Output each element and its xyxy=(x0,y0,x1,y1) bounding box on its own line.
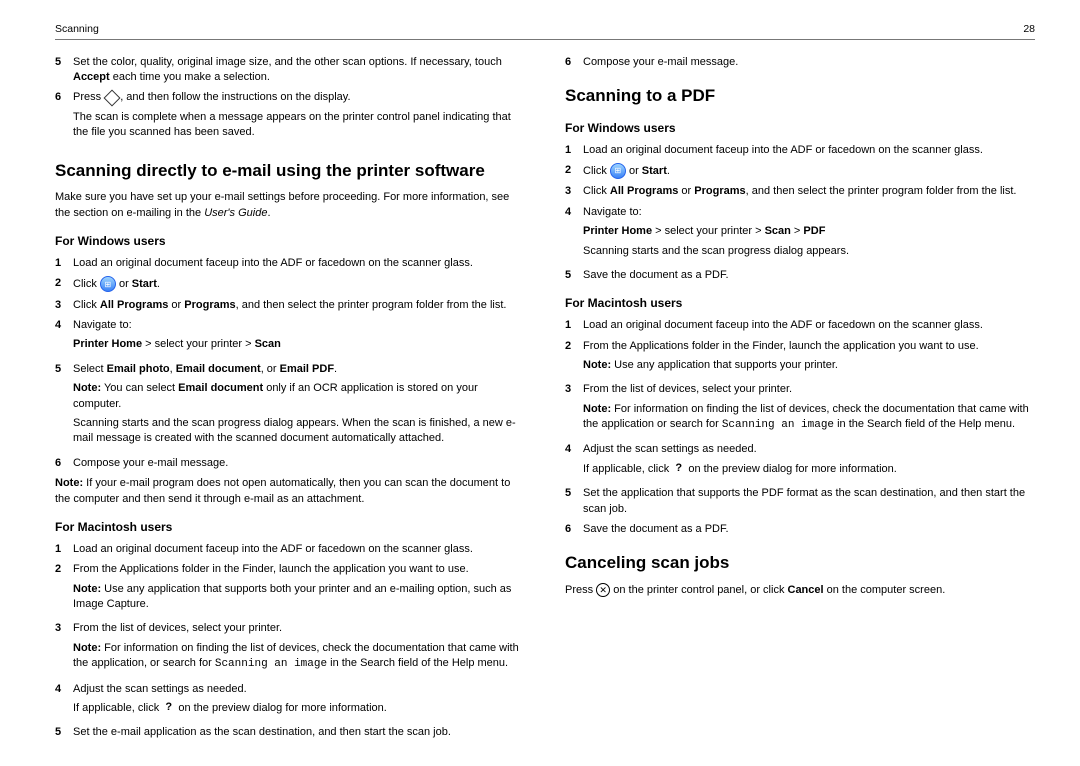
left-column: 5 Set the color, quality, original image… xyxy=(55,50,525,746)
question-mark-icon: ? xyxy=(162,702,175,715)
rwin-step-3: 3Click All Programs or Programs, and the… xyxy=(565,184,1035,199)
win-step-2: 2Click ⊞ or Start. xyxy=(55,276,525,292)
win-step-5: 5 Select Email photo, Email document, or… xyxy=(55,362,525,451)
mac-step-1: 1Load an original document faceup into t… xyxy=(55,542,525,557)
mac-step-2: 2From the Applications folder in the Fin… xyxy=(55,562,525,616)
heading-cancel: Canceling scan jobs xyxy=(565,551,1035,575)
step-5: 5 Set the color, quality, original image… xyxy=(55,55,525,86)
mac-step-3: 3From the list of devices, select your p… xyxy=(55,621,525,676)
cancel-text: Press ✕ on the printer control panel, or… xyxy=(565,583,1035,598)
win-note-2: Note: If your e-mail program does not op… xyxy=(55,476,525,507)
header-title: Scanning xyxy=(55,22,99,37)
r-heading-windows: For Windows users xyxy=(565,120,1035,137)
start-diamond-icon xyxy=(104,89,121,106)
heading-scan-pdf: Scanning to a PDF xyxy=(565,84,1035,108)
heading-scan-email: Scanning directly to e-mail using the pr… xyxy=(55,159,525,183)
page-number: 28 xyxy=(1023,22,1035,37)
win-step-4: 4Navigate to: Printer Home > select your… xyxy=(55,318,525,357)
rmac-step-2: 2From the Applications folder in the Fin… xyxy=(565,339,1035,378)
mac-step-4: 4Adjust the scan settings as needed. If … xyxy=(55,682,525,721)
r-step-6-top: 6Compose your e-mail message. xyxy=(565,55,1035,70)
rmac-step-6: 6Save the document as a PDF. xyxy=(565,522,1035,537)
heading-mac: For Macintosh users xyxy=(55,519,525,536)
win-step-1: 1Load an original document faceup into t… xyxy=(55,256,525,271)
windows-logo-icon: ⊞ xyxy=(610,163,626,179)
rmac-step-4: 4Adjust the scan settings as needed. If … xyxy=(565,442,1035,481)
rwin-step-2: 2Click ⊞ or Start. xyxy=(565,163,1035,179)
page-header: Scanning 28 xyxy=(55,22,1035,40)
win-step-6: 6Compose your e-mail message. xyxy=(55,456,525,471)
page: Scanning 28 5 Set the color, quality, or… xyxy=(0,0,1080,766)
rmac-step-5: 5Set the application that supports the P… xyxy=(565,486,1035,517)
intro-text: Make sure you have set up your e-mail se… xyxy=(55,190,525,221)
rmac-step-3: 3From the list of devices, select your p… xyxy=(565,382,1035,437)
step-6: 6 Press , and then follow the instructio… xyxy=(55,90,525,144)
rwin-step-1: 1Load an original document faceup into t… xyxy=(565,143,1035,158)
question-mark-icon: ? xyxy=(672,462,685,475)
mac-step-5: 5Set the e-mail application as the scan … xyxy=(55,725,525,740)
cancel-x-icon: ✕ xyxy=(596,583,610,597)
rwin-step-4: 4Navigate to: Printer Home > select your… xyxy=(565,205,1035,263)
win-step-3: 3Click All Programs or Programs, and the… xyxy=(55,298,525,313)
rmac-step-1: 1Load an original document faceup into t… xyxy=(565,318,1035,333)
right-column: 6Compose your e-mail message. Scanning t… xyxy=(565,50,1035,746)
r-heading-mac: For Macintosh users xyxy=(565,295,1035,312)
rwin-step-5: 5Save the document as a PDF. xyxy=(565,268,1035,283)
heading-windows: For Windows users xyxy=(55,233,525,250)
windows-logo-icon: ⊞ xyxy=(100,276,116,292)
